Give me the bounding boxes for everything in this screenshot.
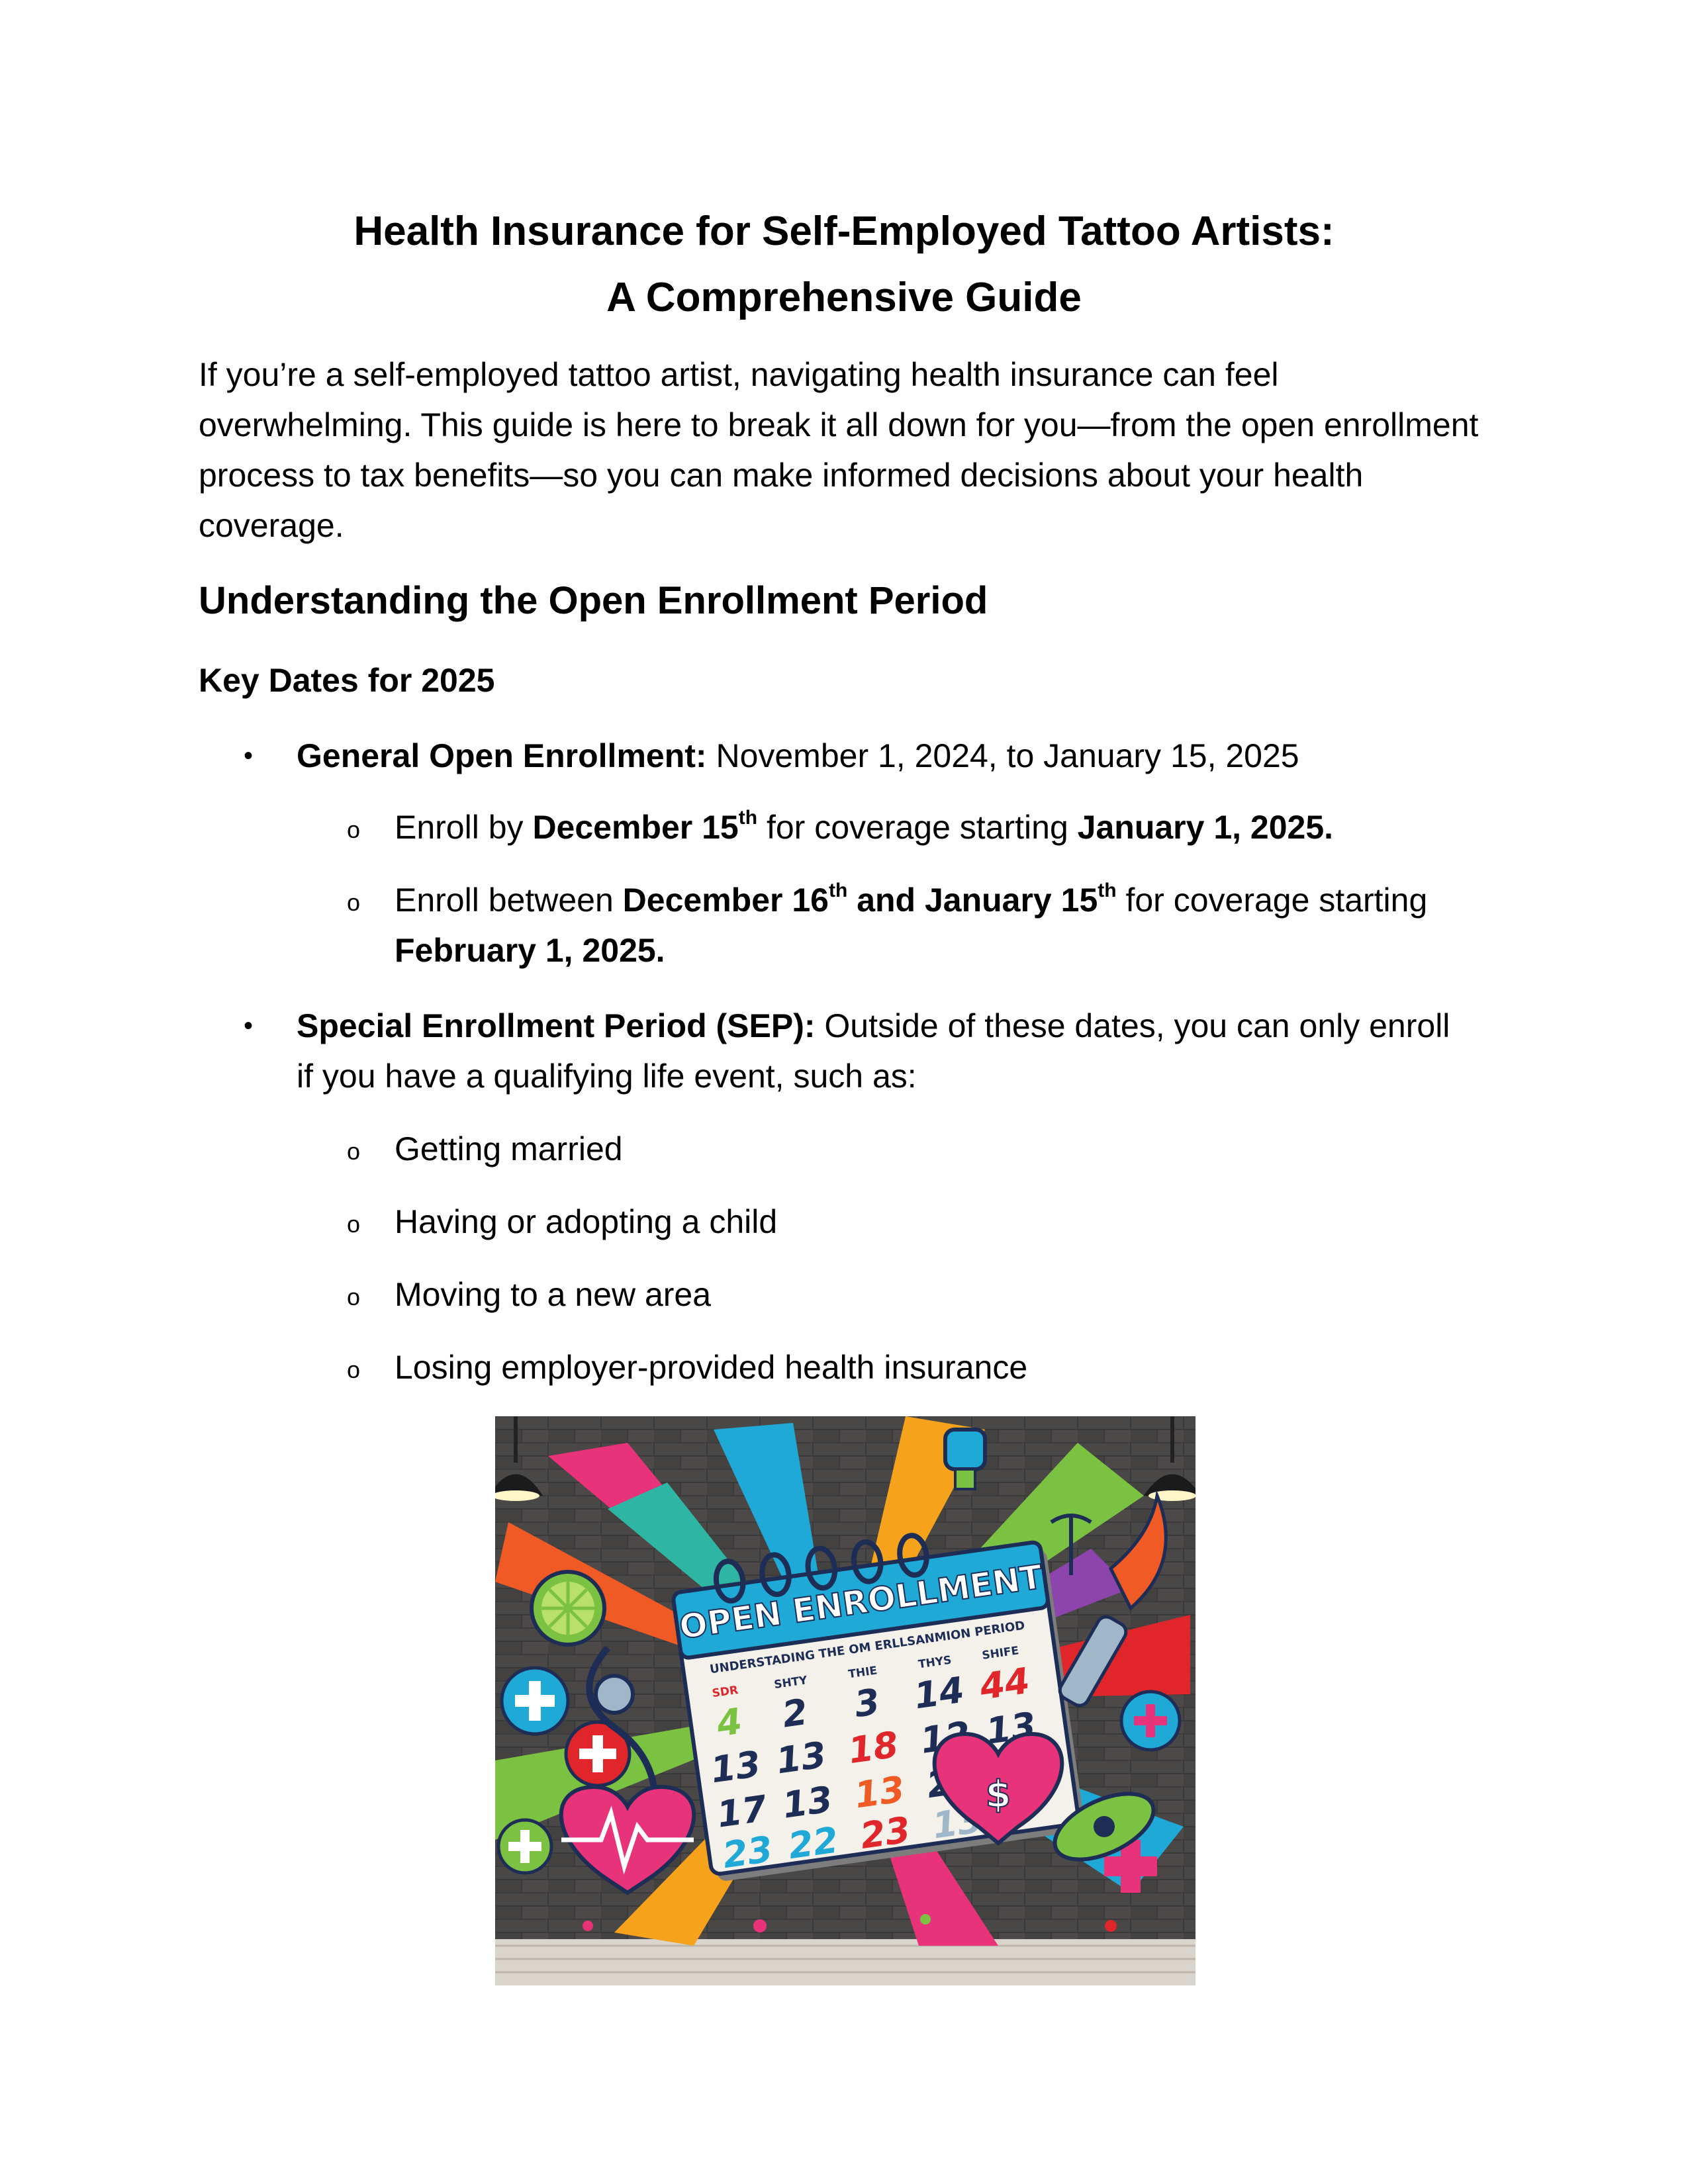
sub2-date1: December 16 xyxy=(622,882,829,919)
sub1-date-text: December 15 xyxy=(532,809,739,846)
sep-text-continued: if you have a qualifying life event, suc… xyxy=(297,1058,917,1095)
calendar-day: 17 xyxy=(714,1788,770,1836)
sub2-date2-suffix: th xyxy=(1098,880,1117,901)
lime-slice-icon xyxy=(530,1570,606,1647)
bullet-dot: • xyxy=(244,741,254,770)
document-page: Health Insurance for Self-Employed Tatto… xyxy=(0,0,1688,2184)
medical-cross-icon xyxy=(1119,1690,1182,1752)
list-item-life-event: Getting married xyxy=(395,1130,623,1167)
sub1-prefix: Enroll by xyxy=(395,809,533,846)
list-item-life-event: Having or adopting a child xyxy=(395,1203,778,1240)
sub-bullet-circle: o xyxy=(347,1283,361,1310)
heart-dollar-symbol: $ xyxy=(986,1773,1011,1816)
list-item-special-enrollment: Special Enrollment Period (SEP): Outside… xyxy=(297,1001,1521,1101)
calendar-day: 14 xyxy=(912,1669,966,1717)
title-line-1: Health Insurance for Self-Employed Tatto… xyxy=(353,208,1335,254)
title-line-2: A Comprehensive Guide xyxy=(606,275,1082,320)
sep-text: Outside of these dates, you can only enr… xyxy=(815,1007,1450,1044)
sub2-start-date: February 1, 2025. xyxy=(395,932,665,969)
document-title: Health Insurance for Self-Employed Tatto… xyxy=(0,199,1688,331)
calendar-day: 13 xyxy=(774,1734,829,1782)
sub-bullet-circle: o xyxy=(347,889,361,916)
bullet-dot: • xyxy=(244,1011,254,1040)
calendar-day: 13 xyxy=(780,1778,835,1827)
calendar-day: 13 xyxy=(708,1743,763,1792)
medical-cross-icon xyxy=(496,1818,553,1875)
sub2-date2: and January 15 xyxy=(847,882,1098,919)
subsection-heading: Key Dates for 2025 xyxy=(199,662,495,699)
medical-cross-icon xyxy=(500,1666,570,1736)
list-item-life-event: Moving to a new area xyxy=(395,1276,712,1313)
sep-label: Special Enrollment Period (SEP): xyxy=(297,1007,816,1044)
general-enrollment-label: General Open Enrollment: xyxy=(297,737,707,774)
sub-bullet-circle: o xyxy=(347,1356,361,1383)
sub-bullet-circle: o xyxy=(347,1138,361,1165)
sub2-prefix: Enroll between xyxy=(395,882,623,919)
sub1-date-suffix: th xyxy=(738,807,758,829)
general-enrollment-dates: November 1, 2024, to January 15, 2025 xyxy=(706,737,1299,774)
sub1-start-date: January 1, 2025. xyxy=(1077,809,1334,846)
calendar-day: 23 xyxy=(858,1809,913,1857)
calendar-day: 13 xyxy=(852,1768,907,1817)
open-enrollment-illustration: OPEN ENROLLMENT UNDERSTADING THE OM ERLL… xyxy=(495,1416,1196,1985)
list-item-general-enrollment: General Open Enrollment: November 1, 202… xyxy=(297,731,1299,781)
sub2-dates: December 16th and January 15th xyxy=(622,880,1117,919)
sub1-middle: for coverage starting xyxy=(757,809,1078,846)
sub-bullet-circle: o xyxy=(347,816,361,843)
sub1-date: December 15th xyxy=(532,807,758,846)
section-heading: Understanding the Open Enrollment Period xyxy=(199,579,988,622)
sub2-date1-suffix: th xyxy=(828,880,848,901)
calendar-day: 23 xyxy=(720,1828,775,1876)
calendar-day: 44 xyxy=(976,1660,1032,1708)
intro-paragraph: If you’re a self-employed tattoo artist,… xyxy=(199,356,1479,544)
calendar-day: 22 xyxy=(786,1819,841,1867)
list-item-life-event: Losing employer-provided health insuranc… xyxy=(395,1349,1028,1386)
calendar-day: 18 xyxy=(846,1723,901,1772)
list-item-enroll-between: Enroll between December 16th and January… xyxy=(395,875,1520,976)
sub-bullet-circle: o xyxy=(347,1210,361,1238)
illustration-svg: OPEN ENROLLMENT UNDERSTADING THE OM ERLL… xyxy=(495,1416,1196,1985)
list-item-enroll-by-dec15: Enroll by December 15th for coverage sta… xyxy=(395,802,1333,852)
sub2-middle: for coverage starting xyxy=(1116,882,1428,919)
